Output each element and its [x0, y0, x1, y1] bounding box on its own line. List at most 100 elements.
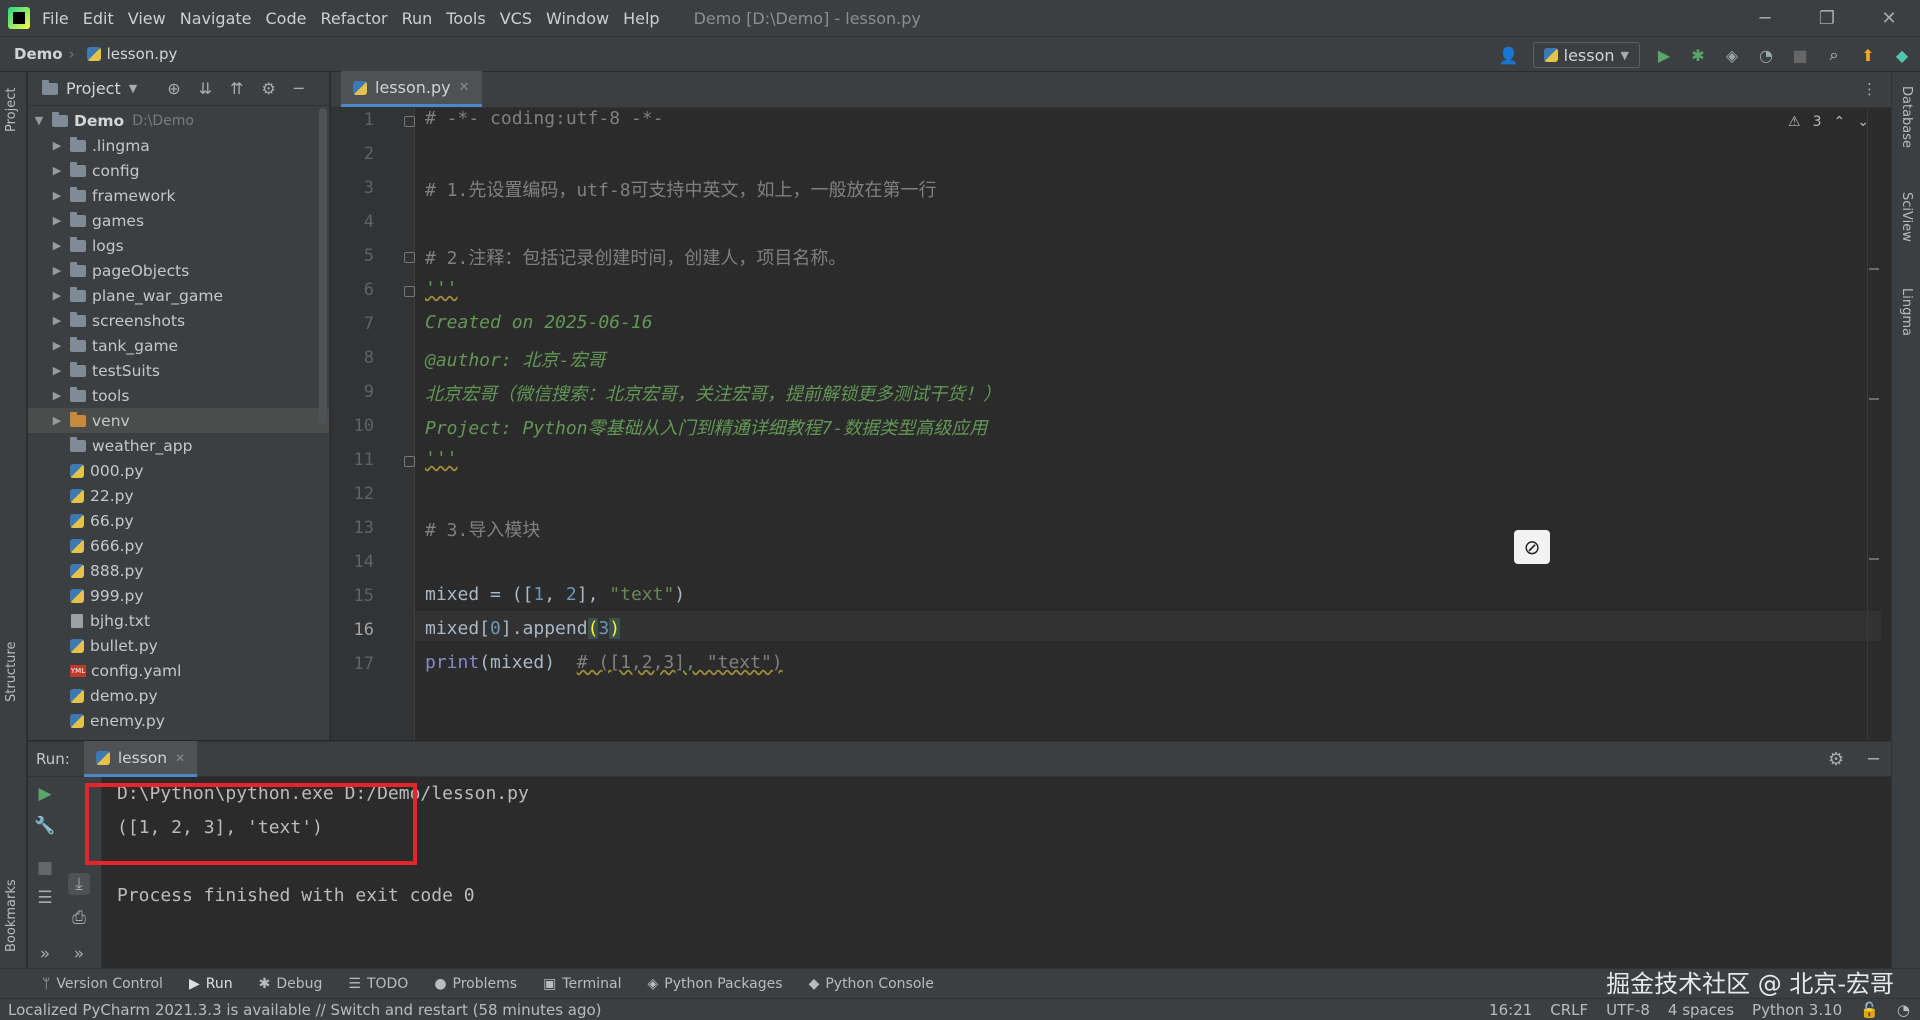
chevron-down-icon[interactable]: ▼: [129, 82, 137, 95]
bookmarks-tool-tab[interactable]: Bookmarks: [4, 879, 19, 952]
menu-window[interactable]: Window: [546, 9, 609, 28]
tree-file[interactable]: 666.py: [28, 533, 329, 558]
tree-file[interactable]: 999.py: [28, 583, 329, 608]
tree-folder[interactable]: ▶ testSuits: [28, 358, 329, 383]
more-options-icon[interactable]: ⋮: [1862, 80, 1877, 98]
tree-root[interactable]: ▼ Demo D:\Demo: [28, 108, 329, 133]
tree-folder[interactable]: ▶ pageObjects: [28, 258, 329, 283]
tree-folder[interactable]: ▶ tools: [28, 383, 329, 408]
tool-version-control[interactable]: ᛘ Version Control: [42, 976, 163, 992]
gear-icon[interactable]: ⚙: [1828, 749, 1844, 770]
coverage-icon[interactable]: ◈: [1722, 45, 1742, 65]
stop-icon[interactable]: ■: [34, 857, 56, 879]
database-tool-tab[interactable]: Database: [1899, 86, 1914, 148]
tree-file[interactable]: demo.py: [28, 683, 329, 708]
rerun-icon[interactable]: ▶: [34, 783, 56, 805]
line-separator[interactable]: CRLF: [1550, 1001, 1588, 1019]
tree-folder[interactable]: ▶ tank_game: [28, 333, 329, 358]
menu-edit[interactable]: Edit: [83, 9, 114, 28]
hide-icon[interactable]: ─: [294, 79, 304, 98]
search-icon[interactable]: ⌕: [1824, 45, 1844, 65]
lock-icon[interactable]: 🔓: [1860, 1001, 1879, 1019]
run-icon[interactable]: ▶: [1654, 45, 1674, 65]
tree-file[interactable]: 66.py: [28, 508, 329, 533]
tree-file[interactable]: enemy.py: [28, 708, 329, 733]
tool-python-packages[interactable]: ◈ Python Packages: [647, 976, 782, 992]
menu-refactor[interactable]: Refactor: [320, 9, 387, 28]
tree-file[interactable]: 22.py: [28, 483, 329, 508]
run-tab-lesson[interactable]: lesson ✕: [83, 741, 198, 777]
stop-icon[interactable]: ■: [1790, 45, 1810, 65]
indent-setting[interactable]: 4 spaces: [1668, 1001, 1734, 1019]
project-tool-tab[interactable]: Project: [4, 88, 19, 132]
gear-icon[interactable]: ⚙: [261, 79, 275, 98]
tool-todo[interactable]: ☰ TODO: [348, 976, 408, 992]
tool-python-console[interactable]: ◆ Python Console: [809, 976, 934, 992]
close-icon[interactable]: ✕: [1858, 0, 1920, 36]
tool-debug[interactable]: ✱ Debug: [259, 976, 323, 992]
file-encoding[interactable]: UTF-8: [1606, 1001, 1650, 1019]
code-editor[interactable]: 1 2 3 4 5 6 7 8 9 10 11 12 13 14 15 16 1…: [331, 108, 1881, 740]
tree-file[interactable]: YML config.yaml: [28, 658, 329, 683]
status-message[interactable]: Localized PyCharm 2021.3.3 is available …: [8, 1001, 602, 1019]
run-configuration-select[interactable]: lesson ▼: [1532, 42, 1640, 68]
editor-scrollbar[interactable]: [1867, 108, 1881, 740]
tree-file[interactable]: bullet.py: [28, 633, 329, 658]
menu-code[interactable]: Code: [266, 9, 307, 28]
locate-icon[interactable]: ⊕: [167, 79, 180, 98]
tree-folder[interactable]: ▶ config: [28, 158, 329, 183]
expand-icon[interactable]: »: [34, 943, 56, 965]
tool-problems[interactable]: ● Problems: [434, 976, 517, 992]
chevron-up-icon[interactable]: ⌃: [1834, 114, 1846, 130]
menu-tools[interactable]: Tools: [446, 9, 485, 28]
project-panel-title[interactable]: Project: [66, 79, 121, 98]
tree-folder[interactable]: ▶ plane_war_game: [28, 283, 329, 308]
python-interpreter[interactable]: Python 3.10: [1752, 1001, 1842, 1019]
tree-folder-selected[interactable]: ▶ venv: [28, 408, 329, 433]
tool-terminal[interactable]: ▣ Terminal: [543, 976, 621, 992]
profile-icon[interactable]: ◔: [1756, 45, 1776, 65]
debug-icon[interactable]: ✱: [1688, 45, 1708, 65]
close-tab-icon[interactable]: ✕: [459, 80, 470, 95]
menu-view[interactable]: View: [128, 9, 166, 28]
scroll-to-end-icon[interactable]: ⤓: [68, 873, 90, 895]
fold-icon[interactable]: [404, 286, 415, 297]
menu-help[interactable]: Help: [623, 9, 659, 28]
menu-vcs[interactable]: VCS: [500, 9, 532, 28]
tree-file[interactable]: bjhg.txt: [28, 608, 329, 633]
tree-folder[interactable]: weather_app: [28, 433, 329, 458]
plugin-icon[interactable]: ◆: [1892, 45, 1912, 65]
menu-run[interactable]: Run: [402, 9, 433, 28]
no-entry-icon[interactable]: ⊘: [1514, 530, 1550, 564]
user-icon[interactable]: 👤: [1499, 45, 1519, 65]
fold-icon[interactable]: [404, 252, 415, 263]
fold-icon[interactable]: [404, 116, 415, 127]
lingma-tool-tab[interactable]: Lingma: [1899, 288, 1914, 336]
structure-tool-tab[interactable]: Structure: [4, 642, 19, 702]
tree-folder[interactable]: ▶ screenshots: [28, 308, 329, 333]
collapse-all-icon[interactable]: ⇈: [230, 79, 243, 98]
print-icon[interactable]: ⎙: [68, 907, 90, 929]
expand-all-icon[interactable]: ⇊: [199, 79, 212, 98]
fold-icon[interactable]: [404, 456, 415, 467]
tree-folder[interactable]: ▶ framework: [28, 183, 329, 208]
wrench-icon[interactable]: 🔧: [34, 815, 56, 837]
tree-file[interactable]: 000.py: [28, 458, 329, 483]
hide-icon[interactable]: ─: [1868, 749, 1879, 770]
tool-run[interactable]: ▶ Run: [189, 976, 233, 992]
tree-file[interactable]: 888.py: [28, 558, 329, 583]
restore-icon[interactable]: ❐: [1796, 0, 1858, 36]
breadcrumb-project[interactable]: Demo: [14, 45, 63, 63]
minimize-icon[interactable]: ─: [1734, 0, 1796, 36]
sciview-tool-tab[interactable]: SciView: [1899, 192, 1914, 242]
expand-icon[interactable]: »: [68, 943, 90, 965]
menu-navigate[interactable]: Navigate: [180, 9, 252, 28]
tree-folder[interactable]: ▶ games: [28, 208, 329, 233]
close-tab-icon[interactable]: ✕: [175, 751, 185, 765]
inspection-widget[interactable]: ⚠ 3 ⌃ ⌄: [1788, 114, 1869, 130]
editor-tab-lesson[interactable]: lesson.py ✕: [341, 71, 482, 107]
project-scrollbar[interactable]: [319, 108, 327, 424]
tree-folder[interactable]: ▶ .lingma: [28, 133, 329, 158]
update-icon[interactable]: ⬆: [1858, 45, 1878, 65]
layout-icon[interactable]: ☰: [34, 887, 56, 909]
